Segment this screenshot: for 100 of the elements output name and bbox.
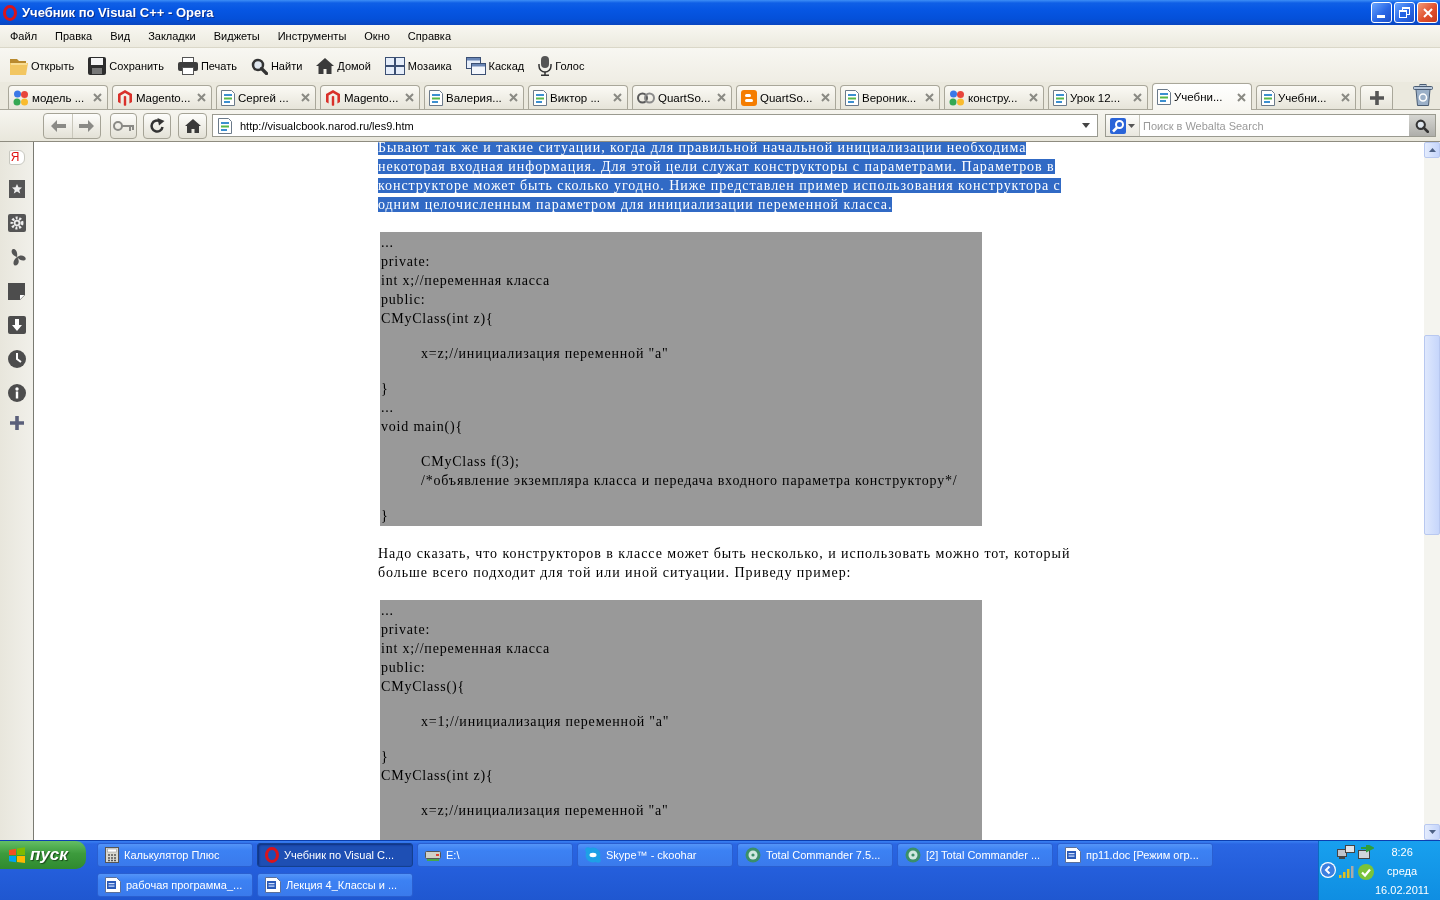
restore-button[interactable]	[1394, 2, 1415, 23]
tab[interactable]: QuartSo...	[632, 85, 732, 109]
code-line: CMyClass f(3);	[421, 453, 520, 471]
taskbar-button[interactable]: рабочая программа_...	[97, 873, 253, 897]
start-button[interactable]: пуск	[0, 841, 86, 869]
taskbar-button[interactable]: [2] Total Commander ...	[897, 843, 1053, 867]
scroll-down-button[interactable]	[1424, 824, 1440, 840]
tab[interactable]: Виктор ...	[528, 85, 628, 109]
toolbar-button[interactable]: Домой	[313, 53, 374, 79]
menu-item[interactable]: Закладки	[139, 28, 205, 44]
close-icon[interactable]	[925, 93, 934, 102]
menu-item[interactable]: Файл	[1, 28, 47, 44]
menu-item[interactable]: Окно	[355, 28, 399, 44]
address-bar[interactable]: http://visualcbook.narod.ru/les9.htm	[212, 114, 1098, 137]
code-line: CMyClass(int z){	[381, 767, 494, 785]
toolbar-button[interactable]: Голос	[535, 53, 588, 79]
reload-button[interactable]	[143, 112, 171, 139]
search-button[interactable]	[1409, 115, 1435, 136]
monitor-arrow-icon[interactable]	[1358, 845, 1374, 859]
dropdown-arrow-icon[interactable]	[1082, 123, 1090, 128]
search-engine-button[interactable]	[1106, 115, 1140, 136]
caret-icon	[1128, 123, 1135, 128]
taskbar-button[interactable]: Total Commander 7.5...	[737, 843, 893, 867]
code-line: int x;//переменная класса	[381, 640, 550, 658]
toolbar-button[interactable]: Открыть	[7, 53, 78, 79]
menu-item[interactable]: Виджеты	[204, 28, 269, 44]
tab[interactable]: констру...	[944, 85, 1044, 109]
key-button[interactable]	[110, 112, 137, 139]
tab[interactable]: Сергей ...	[216, 85, 316, 109]
page-icon	[429, 89, 443, 106]
panel-button[interactable]: Я	[8, 149, 25, 165]
taskbar-button[interactable]: E:\	[417, 843, 573, 867]
search-bar[interactable]: Поиск в Webalta Search	[1105, 114, 1436, 137]
close-icon[interactable]	[405, 93, 414, 102]
taskbar-button[interactable]: Калькулятор Плюс	[97, 843, 253, 867]
gear-icon[interactable]	[7, 214, 26, 232]
plus-icon[interactable]	[9, 416, 24, 430]
close-icon[interactable]	[197, 93, 206, 102]
tab[interactable]: Вероник...	[840, 85, 940, 109]
address-field[interactable]: http://visualcbook.narod.ru/les9.htm	[240, 119, 1074, 132]
scroll-thumb[interactable]	[1424, 335, 1440, 535]
taskbar-button[interactable]: Skype™ - ckoohar	[577, 843, 733, 867]
tab[interactable]: Учебни...	[1152, 83, 1252, 110]
clock-icon[interactable]	[7, 350, 26, 368]
search-field[interactable]: Поиск в Webalta Search	[1140, 119, 1409, 132]
chevron-left-icon[interactable]	[1320, 862, 1336, 878]
page-icon	[1261, 89, 1275, 106]
close-icon[interactable]	[1341, 93, 1350, 102]
arrow-right-icon	[79, 119, 94, 132]
windows-flag-icon	[8, 847, 26, 863]
close-icon[interactable]	[509, 93, 518, 102]
taskbar-button[interactable]: пр11.doc [Режим огр...	[1057, 843, 1213, 867]
trash-icon[interactable]	[1413, 84, 1433, 106]
toolbar-button[interactable]: Найти	[247, 53, 306, 79]
note-icon[interactable]	[8, 282, 25, 300]
close-icon[interactable]	[301, 93, 310, 102]
tab[interactable]: Magento...	[320, 85, 420, 109]
taskbar-button[interactable]: Лекция 4_Классы и ...	[257, 873, 413, 897]
tab[interactable]: Учебни...	[1256, 85, 1356, 109]
toolbar-button[interactable]: Сохранить	[85, 53, 167, 79]
new-tab-button[interactable]	[1360, 85, 1393, 109]
menu-item[interactable]: Правка	[46, 28, 102, 44]
check-icon[interactable]	[1358, 864, 1374, 880]
disc-icon	[905, 847, 921, 863]
close-icon[interactable]	[1237, 92, 1246, 102]
close-icon[interactable]	[1029, 93, 1038, 102]
arrow-up-icon	[1428, 148, 1436, 152]
toolbar-button[interactable]: Печать	[174, 53, 240, 79]
info-icon[interactable]	[7, 384, 26, 402]
close-icon[interactable]	[613, 93, 622, 102]
menu-item[interactable]: Инструменты	[268, 28, 356, 44]
square-logo-icon	[741, 89, 757, 106]
toolbar-button[interactable]: Мозаика	[381, 53, 455, 79]
drive-icon	[425, 849, 441, 861]
tab[interactable]: Валерия...	[424, 85, 524, 109]
tab[interactable]: Урок 12...	[1048, 85, 1148, 109]
arrow-down-icon	[1428, 830, 1436, 834]
clock-date: 16.02.2011	[1375, 883, 1430, 898]
dots-logo-icon	[13, 89, 29, 106]
download-icon[interactable]	[7, 316, 26, 334]
close-icon[interactable]	[821, 93, 830, 102]
home-button[interactable]	[178, 112, 207, 139]
network-icon[interactable]	[1337, 845, 1355, 859]
dots-logo-icon	[949, 89, 965, 106]
menu-item[interactable]: Вид	[101, 28, 140, 44]
close-icon[interactable]	[717, 93, 726, 102]
menu-item[interactable]: Справка	[398, 28, 460, 44]
toolbar-button[interactable]: Каскад	[462, 53, 528, 79]
tab[interactable]: QuartSo...	[736, 85, 836, 109]
close-button[interactable]	[1417, 2, 1438, 23]
home-icon	[184, 118, 201, 133]
close-icon[interactable]	[1133, 93, 1142, 102]
close-icon[interactable]	[93, 93, 102, 102]
taskbar-button[interactable]: Учебник по Visual C...	[257, 843, 413, 867]
scroll-up-button[interactable]	[1424, 142, 1440, 158]
page-icon	[221, 89, 235, 106]
scrollbar[interactable]	[1424, 142, 1440, 840]
tab[interactable]: Magento...	[112, 85, 212, 109]
tab[interactable]: модель ...	[8, 85, 108, 109]
minimize-button[interactable]	[1371, 2, 1392, 23]
